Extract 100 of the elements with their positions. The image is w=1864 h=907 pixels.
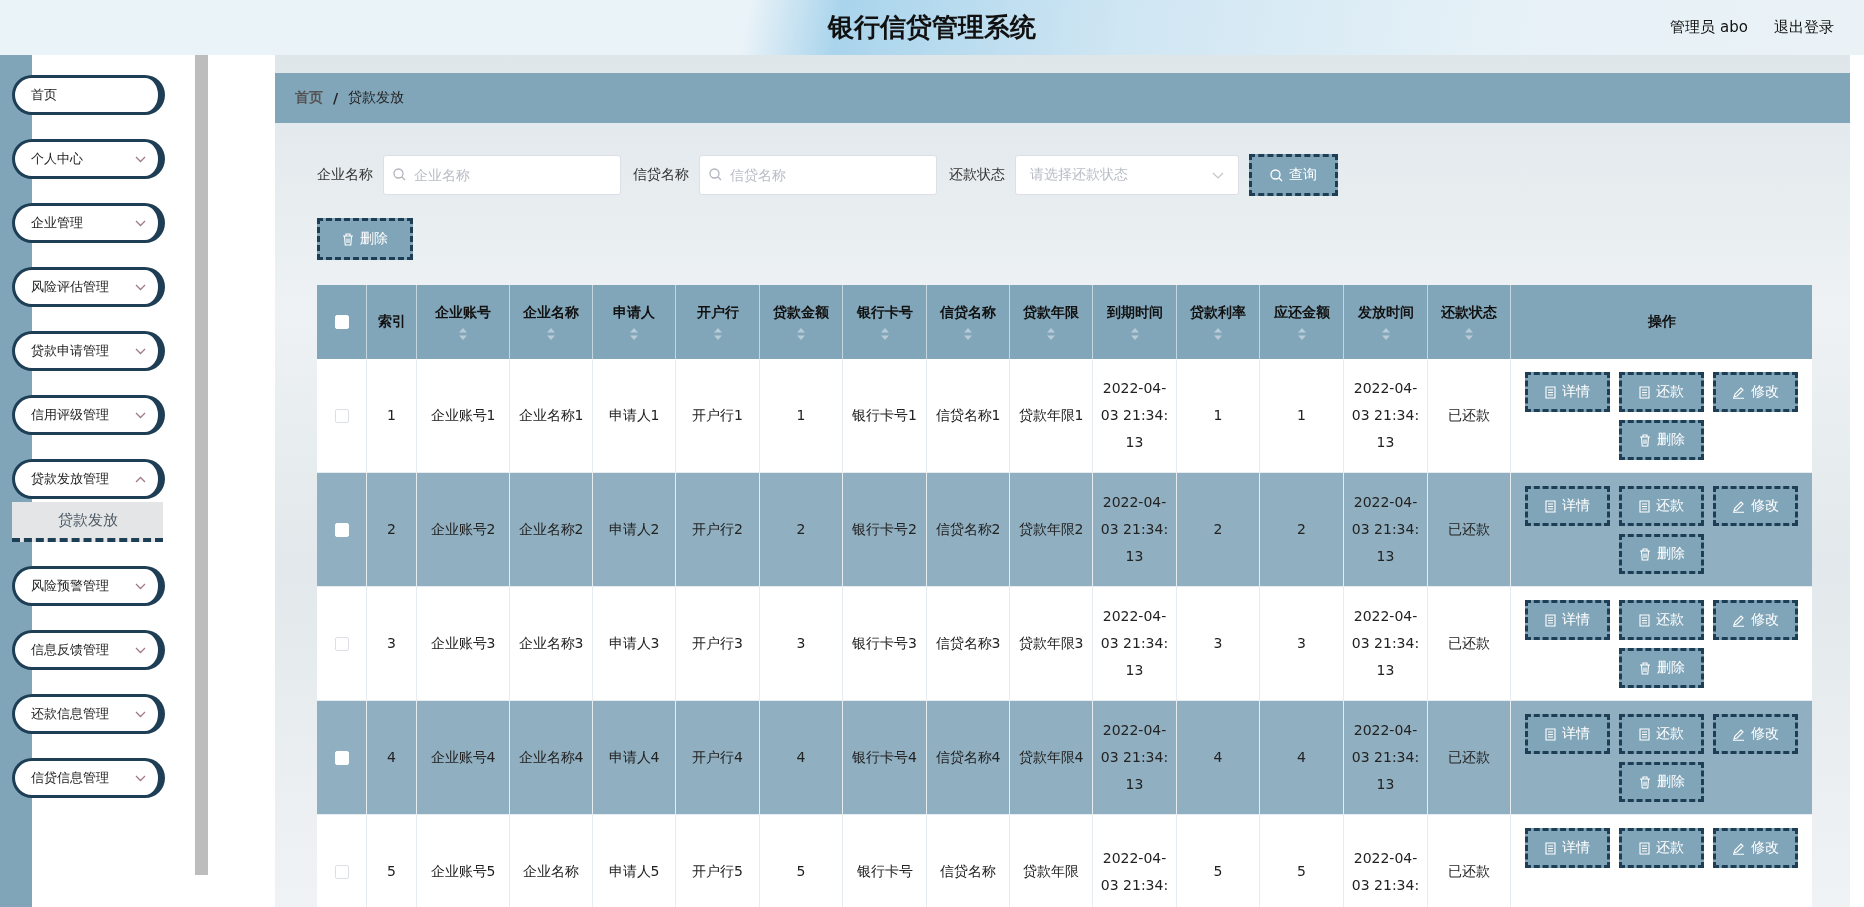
table-cell-text: 2022-04-03 21:34:13 [1099, 493, 1170, 566]
table-cell-text: 申请人3 [608, 634, 660, 653]
table-cell-text: 4 [387, 748, 396, 767]
table-cell-text: 开户行2 [692, 520, 743, 539]
table-cell-text: 已还款 [1448, 748, 1490, 767]
table-cell-text: 2022-04-03 21:34: [1099, 848, 1170, 895]
table-cell-text: 开户行3 [692, 634, 743, 653]
action-button[interactable]: 详情 [1525, 714, 1610, 754]
column-header: 银行卡号 [856, 304, 913, 322]
sidebar-item[interactable]: 信贷信息管理 [12, 758, 165, 798]
table-cell-text: 信贷名称1 [935, 406, 1001, 425]
table-cell-text: 1 [1297, 406, 1306, 425]
action-button[interactable]: 删除 [1619, 648, 1704, 688]
app-title: 银行信贷管理系统 [828, 11, 1036, 44]
table-cell-text: 企业名称4 [518, 748, 584, 767]
action-button[interactable]: 详情 [1525, 828, 1610, 868]
action-button[interactable]: 还款 [1619, 486, 1704, 526]
sidebar-item[interactable]: 个人中心 [12, 139, 165, 179]
table-cell-text: 信贷名称3 [935, 634, 1001, 653]
submenu-item[interactable]: 贷款发放 [12, 502, 163, 542]
table-cell-text: 银行卡号4 [852, 748, 917, 767]
action-button[interactable]: 修改 [1713, 372, 1798, 412]
action-button[interactable]: 详情 [1525, 372, 1610, 412]
sidebar-item[interactable]: 贷款发放管理 [12, 459, 165, 499]
table-cell-text: 4 [796, 748, 806, 767]
search-button[interactable]: 查询 [1249, 154, 1338, 196]
action-button[interactable]: 删除 [1619, 762, 1704, 802]
breadcrumb-item[interactable]: 贷款发放 [348, 89, 405, 107]
sidebar-item[interactable]: 首页 [12, 75, 165, 115]
table-cell-text: 贷款年限3 [1018, 634, 1084, 653]
action-button[interactable]: 详情 [1525, 486, 1610, 526]
table-cell-text: 企业名称3 [518, 634, 584, 653]
sidebar-item[interactable]: 信息反馈管理 [12, 630, 165, 670]
table-cell-text: 信贷名称 [940, 862, 996, 881]
table-cell-text: 已还款 [1448, 634, 1490, 653]
table-cell-text: 已还款 [1448, 406, 1490, 425]
table-cell-text: 开户行1 [692, 406, 743, 425]
table-cell-text: 2022-04-03 21:34:13 [1350, 607, 1421, 680]
column-header: 企业账号 [435, 304, 491, 322]
action-button[interactable]: 还款 [1619, 828, 1704, 868]
column-header: 信贷名称 [940, 304, 996, 322]
table-cell-text: 2022-04-03 21:34:13 [1350, 379, 1421, 452]
column-header: 企业名称 [523, 304, 579, 322]
action-button[interactable]: 删除 [1619, 420, 1704, 460]
table-cell-text: 企业账号3 [430, 634, 496, 653]
table-cell-text: 企业账号2 [430, 520, 496, 539]
column-header: 发放时间 [1357, 304, 1414, 322]
table-cell-text: 贷款年限 [1023, 862, 1079, 881]
table-cell-text: 3 [1297, 634, 1306, 653]
column-header: 申请人 [613, 304, 655, 322]
action-button[interactable]: 还款 [1619, 600, 1704, 640]
table-cell-text: 2022-04-03 21:34:13 [1099, 721, 1170, 794]
column-header: 索引 [377, 313, 406, 331]
table-cell-text: 4 [1297, 748, 1306, 767]
table-cell-text: 1 [796, 406, 806, 425]
action-button[interactable]: 删除 [1619, 534, 1704, 574]
table-cell-text: 5 [1213, 862, 1223, 881]
table-cell-text: 2 [1213, 520, 1223, 539]
table-cell-text: 2022-04-03 21:34: [1350, 848, 1421, 895]
sidebar-item[interactable]: 风险评估管理 [12, 267, 165, 307]
action-button[interactable]: 还款 [1619, 372, 1704, 412]
sidebar-item[interactable]: 还款信息管理 [12, 694, 165, 734]
action-button[interactable]: 修改 [1713, 714, 1798, 754]
table-cell-text: 企业名称1 [518, 406, 584, 425]
action-button[interactable]: 还款 [1619, 714, 1704, 754]
table-cell-text: 银行卡号1 [852, 406, 917, 425]
action-button[interactable]: 详情 [1525, 600, 1610, 640]
search-field[interactable]: 信贷名称 [699, 155, 937, 195]
sidebar-item[interactable]: 风险预警管理 [12, 566, 165, 606]
action-button[interactable]: 修改 [1713, 486, 1798, 526]
column-header: 贷款年限 [1023, 304, 1079, 322]
table-cell-text: 已还款 [1448, 520, 1490, 539]
table-cell-text: 3 [796, 634, 806, 653]
column-header: 贷款利率 [1190, 304, 1246, 322]
table-cell-text: 企业名称2 [518, 520, 584, 539]
table-cell-text: 企业账号4 [430, 748, 496, 767]
action-button[interactable]: 修改 [1713, 828, 1798, 868]
column-header: 开户行 [696, 304, 739, 322]
logout-link[interactable]: 退出登录 [1774, 18, 1834, 37]
sidebar-item[interactable]: 企业管理 [12, 203, 165, 243]
sidebar-item[interactable]: 信用评级管理 [12, 395, 165, 435]
table-cell-text: 2022-04-03 21:34:13 [1099, 607, 1170, 680]
table-cell-text: 贷款年限1 [1018, 406, 1084, 425]
table-cell-text: 银行卡号 [856, 862, 913, 881]
column-header: 贷款金额 [773, 304, 829, 322]
table-cell-text: 5 [1297, 862, 1306, 881]
search-field[interactable]: 企业名称 [383, 155, 621, 195]
table-cell-text: 申请人1 [608, 406, 660, 425]
table-cell-text: 2 [796, 520, 806, 539]
column-header: 到期时间 [1106, 304, 1163, 322]
table-cell-text: 银行卡号2 [852, 520, 917, 539]
status-select[interactable]: 请选择还款状态 [1015, 155, 1239, 195]
user-name: 管理员 abo [1670, 18, 1748, 37]
table-cell-text: 银行卡号3 [852, 634, 917, 653]
table-cell-text: 4 [1213, 748, 1223, 767]
sidebar-item[interactable]: 贷款申请管理 [12, 331, 165, 371]
table-cell-text: 信贷名称4 [935, 748, 1001, 767]
breadcrumb-item[interactable]: 首页 [295, 89, 323, 107]
action-button[interactable]: 修改 [1713, 600, 1798, 640]
delete-button[interactable]: 删除 [317, 218, 413, 260]
